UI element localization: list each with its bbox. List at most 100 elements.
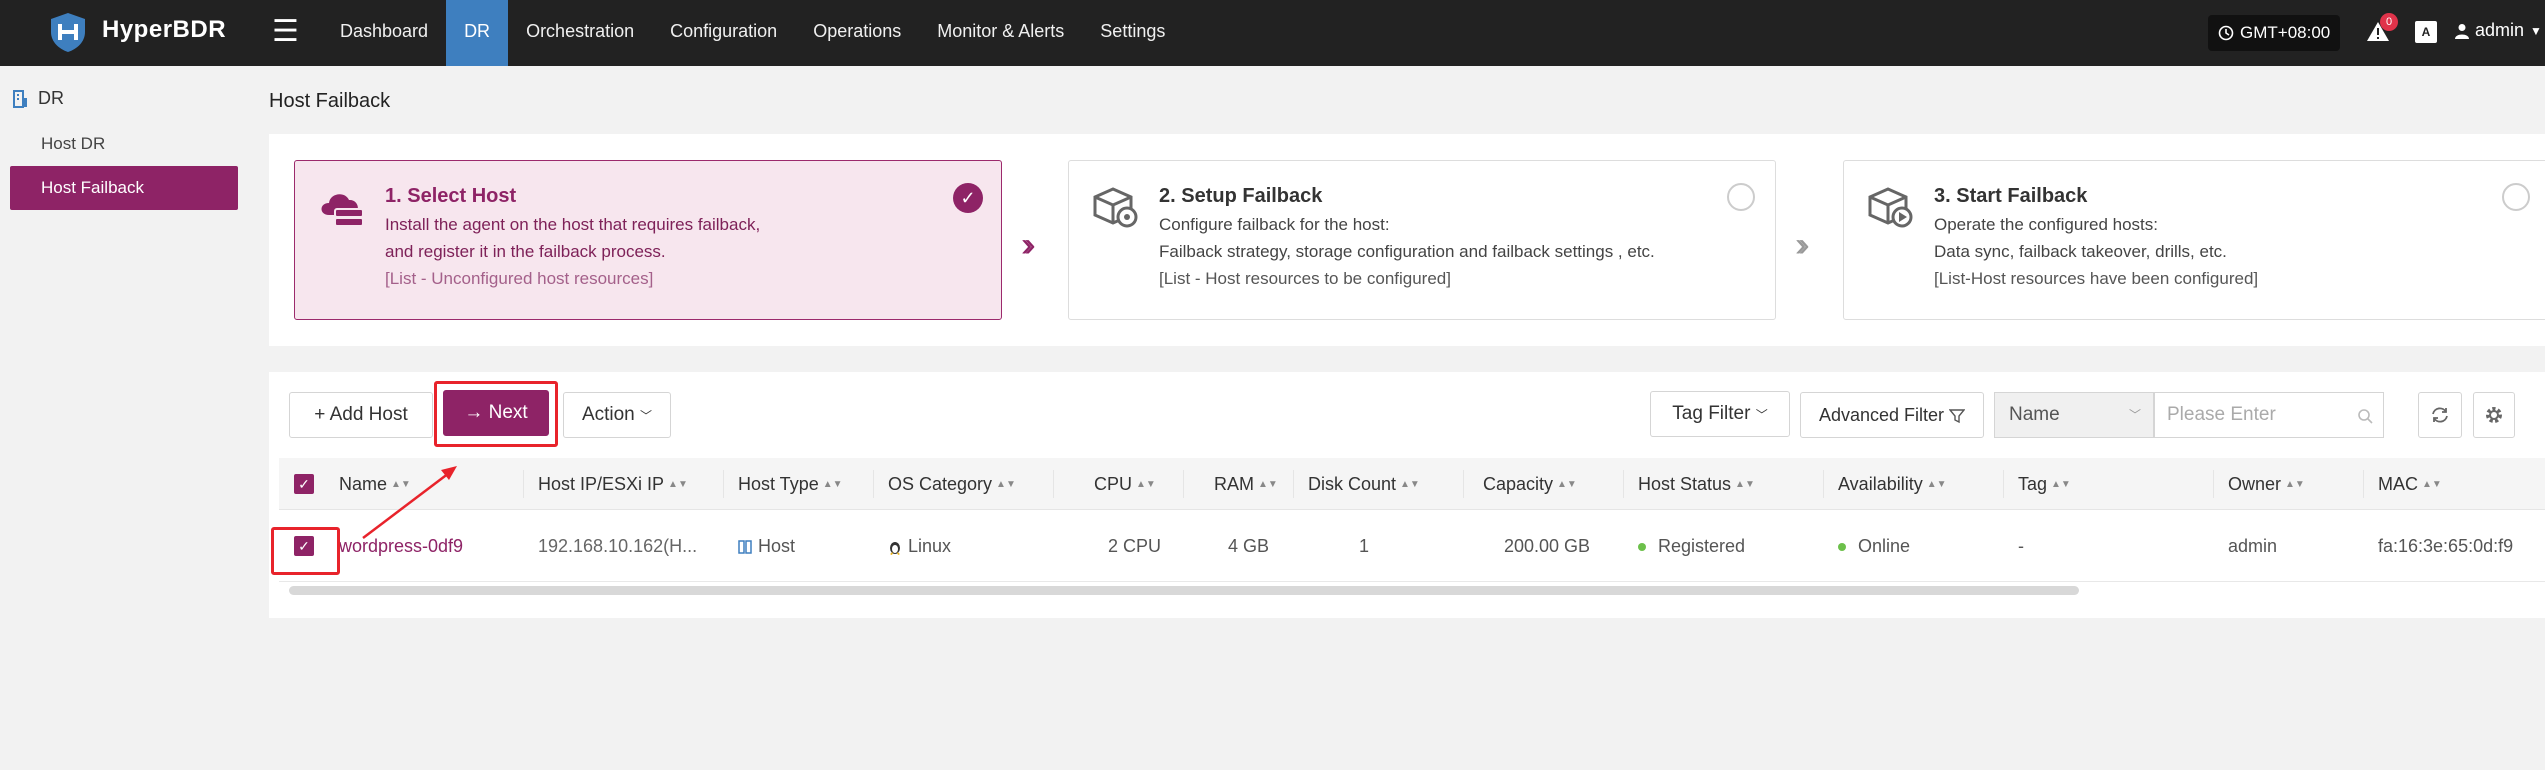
select-all-checkbox[interactable]: ✓ <box>294 474 314 494</box>
column-header-host-status[interactable]: Host Status ▲▼ <box>1638 458 1755 510</box>
step-setup-failback[interactable]: 2. Setup Failback Configure failback for… <box>1068 160 1776 320</box>
language-icon[interactable]: A <box>2415 21 2437 43</box>
host-icon <box>738 540 752 554</box>
menu-toggle-icon[interactable]: ☰ <box>272 14 299 49</box>
column-divider <box>873 470 874 498</box>
chevron-down-icon: ▼ <box>2530 23 2542 38</box>
refresh-button[interactable] <box>2418 392 2462 438</box>
column-label: MAC <box>2378 474 2418 494</box>
step-description: Configure failback for the host: <box>1159 215 1390 234</box>
filter-icon <box>1948 409 1966 424</box>
sidebar-group-label: DR <box>38 88 64 108</box>
chevron-down-icon: ﹀ <box>640 409 653 423</box>
sort-icon: ▲▼ <box>2422 479 2442 491</box>
column-divider <box>1623 470 1624 498</box>
hyperbdr-logo-icon <box>51 13 85 52</box>
column-header-ip[interactable]: Host IP/ESXi IP ▲▼ <box>538 458 688 510</box>
column-header-capacity[interactable]: Capacity ▲▼ <box>1483 458 1577 510</box>
sidebar-item-host-failback[interactable]: Host Failback <box>10 166 238 210</box>
sort-icon: ▲▼ <box>1136 479 1156 491</box>
step-description: Install the agent on the host that requi… <box>385 215 761 234</box>
step-select-host[interactable]: 1. Select Host Install the agent on the … <box>294 160 1002 320</box>
play-box-icon <box>1868 187 1913 228</box>
column-label: Disk Count <box>1308 474 1397 494</box>
search-input[interactable]: Please Enter <box>2154 392 2384 438</box>
table-row[interactable]: ✓ wordpress-0df9 192.168.10.162(H... Hos… <box>279 510 2545 582</box>
nav-monitor-alerts[interactable]: Monitor & Alerts <box>919 0 1082 66</box>
column-header-host-type[interactable]: Host Type ▲▼ <box>738 458 843 510</box>
horizontal-scrollbar[interactable] <box>289 586 2079 595</box>
nav-orchestration[interactable]: Orchestration <box>508 0 652 66</box>
column-divider <box>1183 470 1184 498</box>
advanced-filter-button[interactable]: Advanced Filter <box>1800 392 1984 438</box>
main-nav: Dashboard DR Orchestration Configuration… <box>322 0 1183 66</box>
sort-icon: ▲▼ <box>1400 479 1420 491</box>
host-status: Registered <box>1658 536 1746 556</box>
table-header: ✓ Name ▲▼ Host IP/ESXi IP ▲▼ Host Type ▲▼ O… <box>279 458 2545 510</box>
column-header-disk-count[interactable]: Disk Count ▲▼ <box>1308 458 1420 510</box>
column-header-owner[interactable]: Owner ▲▼ <box>2228 458 2305 510</box>
timezone-selector[interactable]: GMT+08:00 <box>2208 15 2341 51</box>
column-header-mac[interactable]: MAC ▲▼ <box>2378 458 2442 510</box>
page-title: Host Failback <box>269 90 391 112</box>
column-divider <box>1823 470 1824 498</box>
column-label: Host Status <box>1638 474 1732 494</box>
column-header-cpu[interactable]: CPU ▲▼ <box>1094 458 1156 510</box>
check-icon: ✓ <box>953 183 983 213</box>
cpu-value: 2 CPU <box>1108 536 1162 556</box>
top-navbar: HyperBDR ☰ Dashboard DR Orchestration Co… <box>0 0 2545 66</box>
step-hint: [List-Host resources have been configure… <box>1934 269 2259 288</box>
step-description: and register it in the failback process. <box>385 242 666 261</box>
nav-settings[interactable]: Settings <box>1082 0 1183 66</box>
table-settings-button[interactable] <box>2473 392 2515 438</box>
step-description: Operate the configured hosts: <box>1934 215 2158 234</box>
sidebar-item-host-dr[interactable]: Host DR <box>10 122 238 166</box>
nav-dashboard[interactable]: Dashboard <box>322 0 446 66</box>
search-field-select[interactable]: Name ﹀ <box>1994 392 2154 438</box>
advanced-filter-label: Advanced Filter <box>1818 405 1945 425</box>
gear-icon <box>2486 407 2502 423</box>
tag-value: - <box>2018 536 2024 556</box>
column-divider <box>1463 470 1464 498</box>
column-divider <box>723 470 724 498</box>
linux-icon <box>890 542 900 556</box>
nav-dr[interactable]: DR <box>446 0 509 66</box>
next-button[interactable]: → Next <box>443 390 549 436</box>
column-label: CPU <box>1094 474 1133 494</box>
sidebar: DR Host DR Host Failback <box>0 66 256 770</box>
brand-name: HyperBDR <box>102 16 227 43</box>
nav-configuration[interactable]: Configuration <box>652 0 795 66</box>
failback-steps-panel: 1. Select Host Install the agent on the … <box>269 134 2545 346</box>
step-hint: [List - Unconfigured host resources] <box>385 269 654 288</box>
column-divider <box>1293 470 1294 498</box>
step-description: Data sync, failback takeover, drills, et… <box>1934 242 2227 261</box>
annotation-arrow-icon <box>362 466 457 539</box>
tag-filter-dropdown[interactable]: Tag Filter ﹀ <box>1650 391 1790 437</box>
sort-icon: ▲▼ <box>996 479 1016 491</box>
cloud-host-icon <box>321 194 364 227</box>
sort-icon: ▲▼ <box>2051 479 2071 491</box>
column-header-ram[interactable]: RAM ▲▼ <box>1214 458 1278 510</box>
step-start-failback[interactable]: 3. Start Failback Operate the configured… <box>1843 160 2545 320</box>
column-label: RAM <box>1214 474 1254 494</box>
column-header-os-category[interactable]: OS Category ▲▼ <box>888 458 1016 510</box>
add-host-button[interactable]: + Add Host <box>289 392 433 438</box>
action-label: Action <box>581 404 635 425</box>
status-dot-icon <box>1638 543 1646 552</box>
sort-icon: ▲▼ <box>668 479 688 491</box>
sidebar-group-dr[interactable]: DR <box>12 88 64 109</box>
double-chevron-right-icon: ›› <box>1021 226 1035 264</box>
alert-count-badge: 0 <box>2380 13 2398 31</box>
capacity-value: 200.00 GB <box>1504 536 1591 556</box>
search-field-label: Name <box>2009 404 2060 425</box>
column-header-availability[interactable]: Availability ▲▼ <box>1838 458 1947 510</box>
column-label: Owner <box>2228 474 2282 494</box>
nav-operations[interactable]: Operations <box>795 0 919 66</box>
user-menu[interactable]: admin ▼ <box>2455 20 2542 41</box>
column-header-tag[interactable]: Tag ▲▼ <box>2018 458 2071 510</box>
chevron-down-icon: ﹀ <box>2128 408 2141 422</box>
step-title: 3. Start Failback <box>1934 185 2088 207</box>
column-label: Host Type <box>738 474 819 494</box>
action-dropdown[interactable]: Action ﹀ <box>563 392 671 438</box>
column-divider <box>1053 470 1054 498</box>
